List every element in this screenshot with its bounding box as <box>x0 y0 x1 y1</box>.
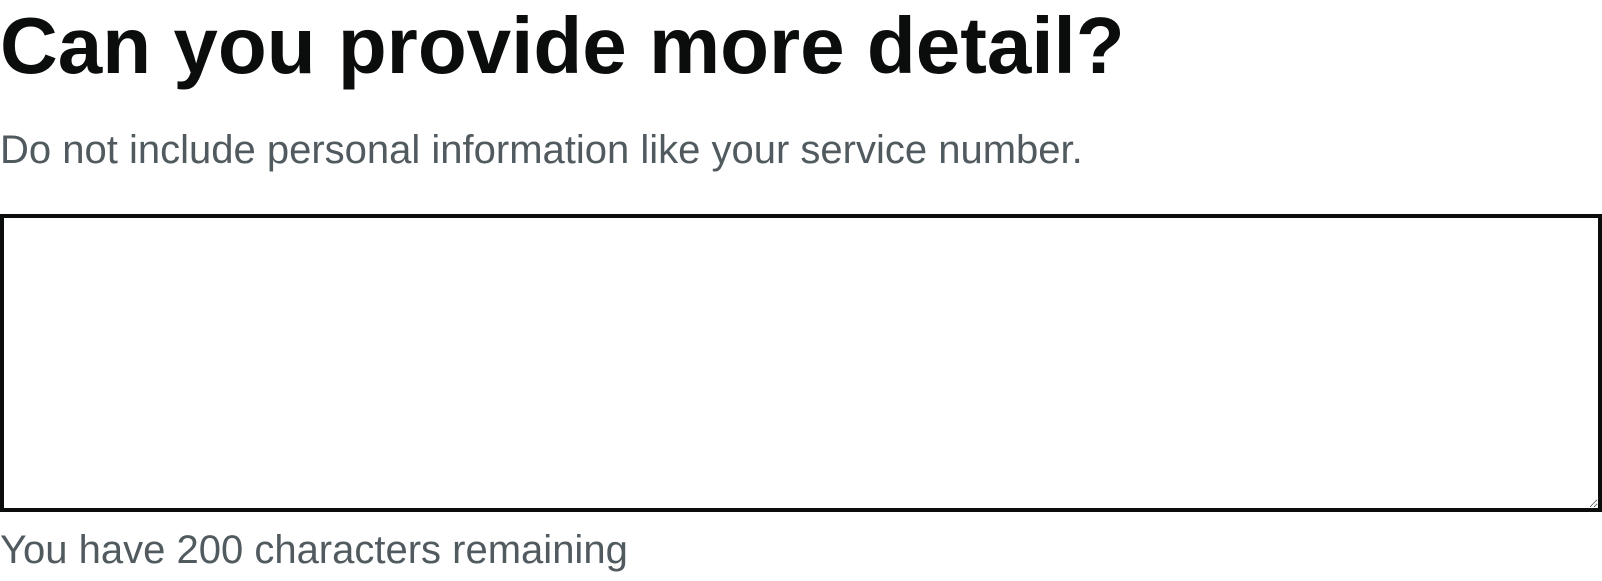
hint-text: Do not include personal information like… <box>0 128 1083 172</box>
detail-form-group: Can you provide more detail? Do not incl… <box>0 0 1602 581</box>
character-count-message: You have 200 characters remaining <box>0 528 628 572</box>
detail-textarea[interactable] <box>0 214 1602 512</box>
page-heading: Can you provide more detail? <box>0 1 1125 90</box>
